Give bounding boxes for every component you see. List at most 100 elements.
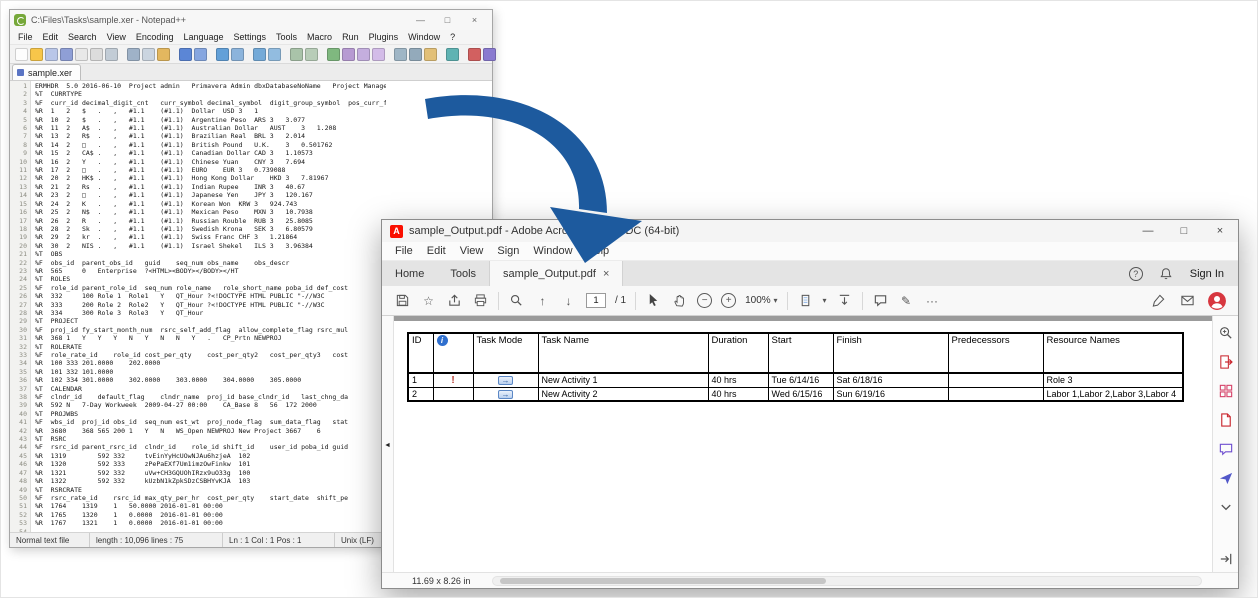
tab-tools[interactable]: Tools [437,261,489,286]
print-icon[interactable] [105,48,118,61]
macro-play-icon[interactable] [483,48,496,61]
word-wrap-icon[interactable] [327,48,340,61]
print-icon[interactable] [472,292,489,309]
search-tools-icon[interactable] [1217,324,1234,341]
redo-icon[interactable] [194,48,207,61]
macro-record-icon[interactable] [468,48,481,61]
new-file-icon[interactable] [15,48,28,61]
code-line: %T CALENDAR [35,385,386,393]
menu-item-run[interactable]: Run [337,32,364,42]
menu-item-file[interactable]: File [388,245,420,257]
copy-icon[interactable] [142,48,155,61]
zoom-out-icon[interactable] [268,48,281,61]
zoom-level-dropdown[interactable]: 100% ▾ [745,295,777,306]
next-page-icon[interactable]: ↓ [560,292,577,309]
menu-item-window[interactable]: Window [526,245,579,257]
indent-guide-icon[interactable] [357,48,370,61]
fill-sign-pencil-icon[interactable]: ✎ [898,292,915,309]
favorites-star-icon[interactable]: ☆ [420,292,437,309]
menu-item-language[interactable]: Language [178,32,228,42]
folder-as-workspace-icon[interactable] [424,48,437,61]
menu-item-help[interactable]: Help [580,245,617,257]
share-icon[interactable] [446,292,463,309]
search-icon[interactable] [508,292,525,309]
zoom-in-icon[interactable]: + [721,293,736,308]
hand-tool-icon[interactable] [671,292,688,309]
comment-tool-icon[interactable] [1217,440,1234,457]
menu-item-plugins[interactable]: Plugins [364,32,404,42]
menu-item-window[interactable]: Window [403,32,445,42]
define-language-icon[interactable] [372,48,385,61]
monitoring-icon[interactable] [446,48,459,61]
acrobat-titlebar[interactable]: A sample_Output.pdf - Adobe Acrobat Read… [382,220,1238,242]
notepad-close-button[interactable]: × [461,10,488,30]
close-icon[interactable] [75,48,88,61]
menu-item-encoding[interactable]: Encoding [131,32,179,42]
tab-sample-xer[interactable]: sample.xer [12,64,81,80]
menu-item-edit[interactable]: Edit [38,32,64,42]
close-all-icon[interactable] [90,48,103,61]
notepad-maximize-button[interactable]: □ [434,10,461,30]
notepad-minimize-button[interactable]: — [407,10,434,30]
tab-close-icon[interactable]: × [603,268,609,280]
open-tools-panel-icon[interactable] [1217,550,1234,567]
tab-home[interactable]: Home [382,261,437,286]
zoom-in-icon[interactable] [253,48,266,61]
sync-vertical-icon[interactable] [290,48,303,61]
email-icon[interactable] [1179,292,1196,309]
nav-pane-toggle-icon[interactable]: ◄ [384,442,391,449]
comment-icon[interactable] [872,292,889,309]
function-list-icon[interactable] [409,48,422,61]
export-pdf-icon[interactable] [1217,353,1234,370]
more-tools-icon[interactable]: ··· [924,292,941,309]
save-all-icon[interactable] [60,48,73,61]
save-icon[interactable] [45,48,58,61]
tab-sample-output-pdf[interactable]: sample_Output.pdf× [489,261,623,286]
menu-item-help[interactable]: ? [445,32,460,42]
previous-page-icon[interactable]: ↑ [534,292,551,309]
menu-item-file[interactable]: File [13,32,38,42]
zoom-out-icon[interactable]: − [697,293,712,308]
line-number: 2 [10,90,27,98]
menu-item-tools[interactable]: Tools [271,32,302,42]
cell-predecessors [948,387,1043,401]
menu-item-search[interactable]: Search [63,32,102,42]
organize-pages-icon[interactable] [1217,382,1234,399]
acrobat-maximize-button[interactable]: □ [1166,220,1202,242]
page-view-dropdown-icon[interactable] [797,292,814,309]
profile-avatar[interactable] [1208,292,1226,310]
menu-item-edit[interactable]: Edit [420,245,453,257]
menu-item-view[interactable]: View [102,32,131,42]
menu-item-settings[interactable]: Settings [229,32,272,42]
select-tool-icon[interactable] [645,292,662,309]
save-icon[interactable] [394,292,411,309]
menu-item-sign[interactable]: Sign [490,245,526,257]
menu-item-view[interactable]: View [453,245,491,257]
open-folder-icon[interactable] [30,48,43,61]
menu-item-macro[interactable]: Macro [302,32,337,42]
sign-pen-icon[interactable] [1150,292,1167,309]
editor-text-area[interactable]: ERMHDR 5.0 2016-06-10 Project admin Prim… [31,81,386,532]
find-icon[interactable] [216,48,229,61]
document-map-icon[interactable] [394,48,407,61]
horizontal-scrollbar[interactable] [492,576,1202,586]
paste-icon[interactable] [157,48,170,61]
page-number-input[interactable]: 1 [586,293,606,308]
notifications-bell-icon[interactable] [1158,265,1175,282]
undo-icon[interactable] [179,48,192,61]
scrollbar-thumb[interactable] [500,578,826,584]
acrobat-close-button[interactable]: × [1202,220,1238,242]
sign-in-button[interactable]: Sign In [1190,268,1224,280]
scroll-mode-icon[interactable] [836,292,853,309]
notepad-titlebar[interactable]: C:\Files\Tasks\sample.xer - Notepad++ — … [10,10,492,30]
send-for-signature-icon[interactable] [1217,469,1234,486]
cut-icon[interactable] [127,48,140,61]
pdf-page[interactable]: IDiTask ModeTask NameDurationStartFinish… [394,321,1212,572]
acrobat-minimize-button[interactable]: — [1130,220,1166,242]
sync-horizontal-icon[interactable] [305,48,318,61]
create-pdf-icon[interactable] [1217,411,1234,428]
more-panels-chevron-icon[interactable] [1217,498,1234,515]
show-all-characters-icon[interactable] [342,48,355,61]
help-icon[interactable]: ? [1129,267,1143,281]
replace-icon[interactable] [231,48,244,61]
